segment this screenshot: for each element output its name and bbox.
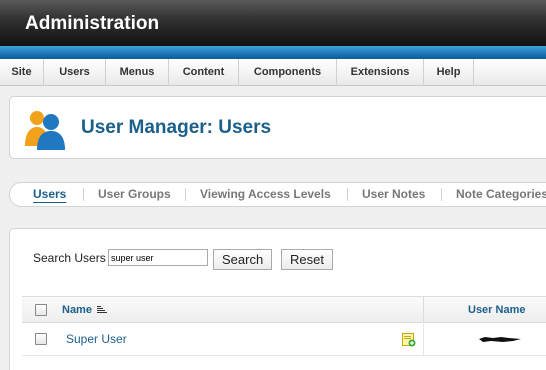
menu-item-users[interactable]: Users xyxy=(44,59,106,86)
submenu-tabs: Users User Groups Viewing Access Levels … xyxy=(9,182,546,207)
tab-viewing-access-levels[interactable]: Viewing Access Levels xyxy=(200,183,331,206)
column-divider xyxy=(423,297,424,323)
tab-separator xyxy=(185,188,186,201)
admin-header: Administration xyxy=(0,0,546,46)
menu-item-help[interactable]: Help xyxy=(424,59,474,86)
users-icon xyxy=(25,111,65,150)
admin-title: Administration xyxy=(25,13,160,34)
menu-item-menus[interactable]: Menus xyxy=(106,59,169,86)
search-label: Search Users xyxy=(33,251,106,265)
select-all-checkbox[interactable] xyxy=(35,304,47,316)
user-name-link[interactable]: Super User xyxy=(66,332,127,346)
tab-user-notes[interactable]: User Notes xyxy=(362,183,425,206)
tab-separator xyxy=(83,188,84,201)
column-name-header[interactable]: Name xyxy=(62,304,108,316)
table-header: Name User Name xyxy=(22,296,546,323)
menu-item-content[interactable]: Content xyxy=(169,59,239,86)
table-row: Super User xyxy=(22,324,546,356)
menu-item-site[interactable]: Site xyxy=(0,59,44,86)
add-note-icon[interactable] xyxy=(402,333,416,347)
reset-button[interactable]: Reset xyxy=(281,249,333,270)
column-username-header[interactable]: User Name xyxy=(468,304,525,316)
tab-user-groups[interactable]: User Groups xyxy=(98,183,171,206)
menu-item-components[interactable]: Components xyxy=(239,59,337,86)
tab-users[interactable]: Users xyxy=(33,183,66,206)
search-input[interactable] xyxy=(108,249,208,266)
tab-separator xyxy=(441,188,442,201)
sort-icon xyxy=(97,306,108,313)
page-title: User Manager: Users xyxy=(81,117,272,138)
users-list-panel: Search Users Search Reset Name User Name… xyxy=(9,228,546,370)
main-menu: Site Users Menus Content Components Exte… xyxy=(0,59,546,86)
column-name-label: Name xyxy=(62,304,92,316)
search-button[interactable]: Search xyxy=(213,249,273,270)
redacted-username xyxy=(479,337,521,342)
row-checkbox[interactable] xyxy=(35,333,47,345)
tab-separator xyxy=(347,188,348,201)
tab-note-categories[interactable]: Note Categories xyxy=(456,183,546,206)
header-accent-bar xyxy=(0,46,546,59)
column-divider xyxy=(423,324,424,355)
title-panel: User Manager: Users xyxy=(9,96,546,159)
menu-item-extensions[interactable]: Extensions xyxy=(337,59,424,86)
